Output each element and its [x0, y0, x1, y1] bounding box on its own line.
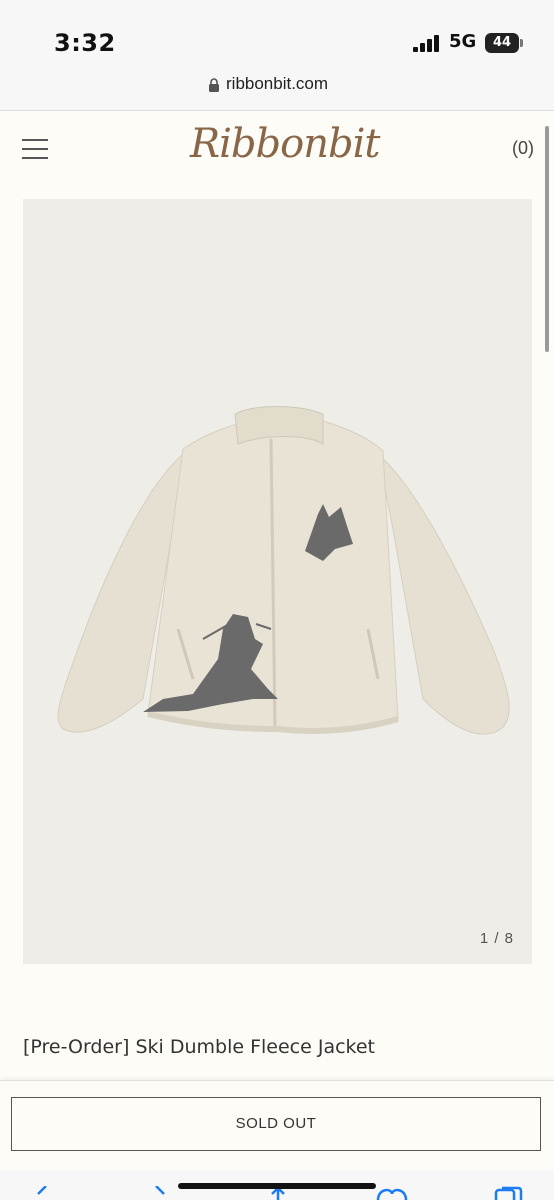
product-title: [Pre-Order] Ski Dumble Fleece Jacket — [23, 1036, 376, 1058]
battery-icon: 44 — [485, 33, 519, 53]
status-bar: 3:32 5G 44 — [0, 0, 554, 66]
jacket-illustration — [57, 406, 510, 735]
forward-icon[interactable] — [152, 1186, 168, 1200]
site-header: Ribbonbit (0) — [0, 111, 554, 191]
site-logo[interactable]: Ribbonbit — [190, 121, 380, 167]
back-icon[interactable] — [34, 1186, 50, 1200]
bookmarks-icon[interactable] — [376, 1186, 408, 1200]
status-time: 3:32 — [54, 29, 116, 57]
home-indicator[interactable] — [178, 1183, 376, 1189]
image-counter: 1 / 8 — [479, 930, 514, 947]
battery-tip — [520, 39, 523, 47]
address-bar[interactable]: ribbonbit.com — [0, 66, 554, 111]
lock-icon — [209, 78, 219, 92]
menu-button[interactable] — [22, 139, 50, 161]
url-text[interactable]: ribbonbit.com — [226, 74, 328, 94]
tabs-icon[interactable] — [494, 1186, 524, 1200]
cellular-signal-icon — [413, 35, 441, 52]
product-image[interactable]: 1 / 8 — [23, 199, 532, 964]
network-type: 5G — [449, 31, 477, 52]
sold-out-button[interactable]: SOLD OUT — [11, 1097, 541, 1151]
battery-level: 44 — [492, 35, 512, 50]
scrollbar[interactable] — [545, 126, 549, 352]
purchase-panel: SOLD OUT — [0, 1080, 554, 1171]
cart-button[interactable]: (0) — [512, 138, 534, 159]
